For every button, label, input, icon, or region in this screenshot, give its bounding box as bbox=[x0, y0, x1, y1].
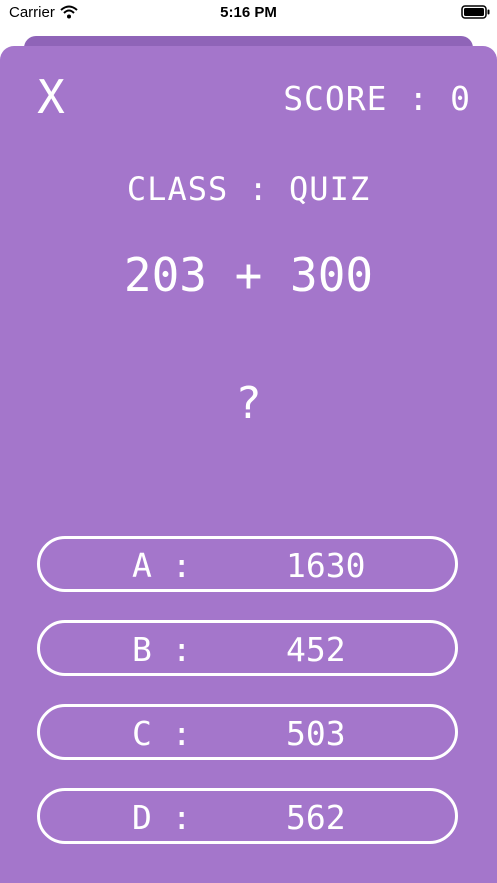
option-letter: B : bbox=[132, 630, 192, 669]
option-value: 503 bbox=[286, 714, 346, 753]
status-bar: Carrier 5:16 PM bbox=[0, 0, 497, 30]
option-a-button[interactable]: A : 1630 bbox=[37, 536, 458, 592]
close-button[interactable]: X bbox=[30, 72, 72, 122]
option-value: 562 bbox=[286, 798, 346, 837]
option-c-button[interactable]: C : 503 bbox=[37, 704, 458, 760]
battery-icon bbox=[461, 4, 491, 23]
class-label: CLASS : QUIZ bbox=[126, 170, 371, 208]
option-letter: D : bbox=[132, 798, 192, 837]
option-letter: C : bbox=[132, 714, 192, 753]
option-value: 1630 bbox=[286, 546, 366, 585]
option-d-button[interactable]: D : 562 bbox=[37, 788, 458, 844]
option-value: 452 bbox=[286, 630, 346, 669]
option-b-button[interactable]: B : 452 bbox=[37, 620, 458, 676]
answer-placeholder: ? bbox=[235, 378, 262, 429]
status-time: 5:16 PM bbox=[220, 4, 277, 21]
math-problem: 203 + 300 bbox=[123, 248, 374, 302]
score-label: SCORE : 0 bbox=[283, 79, 471, 118]
option-letter: A : bbox=[132, 546, 192, 585]
